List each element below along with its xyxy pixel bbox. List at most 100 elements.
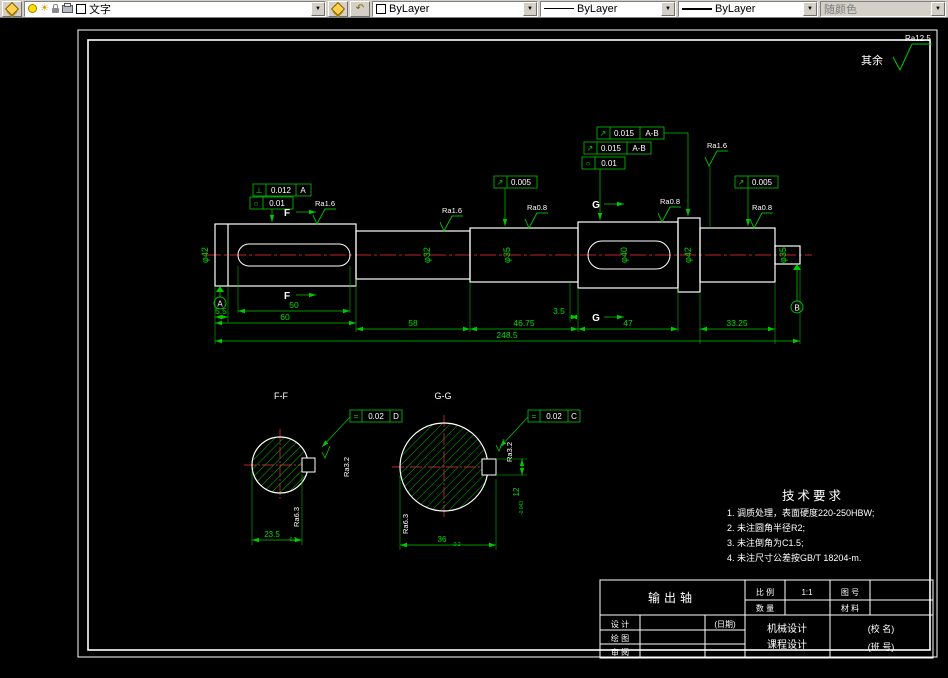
ff-tolerance-frame: = 0.02 D bbox=[321, 409, 403, 448]
chevron-down-icon[interactable]: ▼ bbox=[931, 1, 945, 16]
color-swatch-icon bbox=[376, 3, 386, 14]
gdt-symbol: ○ bbox=[254, 199, 259, 208]
gdt-value: 0.02 bbox=[546, 412, 562, 421]
color-combo[interactable]: ByLayer ▼ bbox=[372, 0, 538, 17]
org-line2: 课程设计 bbox=[767, 638, 807, 651]
dim-248-5: 248.5 bbox=[496, 330, 518, 340]
gg-depth-tol: -0.043 bbox=[519, 501, 525, 515]
gdt-datum-ref: A-B bbox=[645, 129, 658, 138]
gdt-value: 0.015 bbox=[614, 129, 635, 138]
sun-icon: ☀ bbox=[40, 2, 49, 14]
dim-33-25: 33.25 bbox=[726, 318, 748, 328]
ff-face-roughness: Ra6.3 bbox=[292, 507, 301, 527]
tolerance-frame-perp-0012-A: ⊥ 0.012 A bbox=[252, 183, 312, 197]
draw-label: 绘 图 bbox=[611, 633, 629, 643]
gdt-symbol: ⊥ bbox=[256, 186, 263, 195]
printer-icon bbox=[61, 2, 73, 13]
gg-tolerance-frame: = 0.02 C bbox=[499, 409, 581, 448]
drawing-svg: 其余 Ra12.5 5.5 50 60 58 46.75 3.5 47 33.2… bbox=[77, 29, 938, 659]
svg-text:Ra0.8: Ra0.8 bbox=[660, 197, 680, 206]
svg-text:Ra1.6: Ra1.6 bbox=[442, 206, 462, 215]
title-block: 输出轴 比 例 1:1 图 号 数 量 材 料 设 计 (日期) 绘 图 审 阅… bbox=[599, 579, 934, 659]
tech-req-title: 技术要求 bbox=[782, 489, 844, 503]
roughness-mark: Ra1.6 bbox=[439, 206, 463, 233]
section-mark-f-bottom: F bbox=[284, 291, 290, 302]
lineweight-combo[interactable]: ByLayer ▼ bbox=[678, 0, 818, 17]
chevron-down-icon[interactable]: ▼ bbox=[523, 1, 537, 16]
technical-requirements: 技术要求 1. 调质处理，表面硬度220-250HBW; 2. 未注圆角半径R2… bbox=[727, 489, 874, 563]
roughness-mark: Ra0.8 bbox=[524, 203, 548, 230]
gg-depth-label: 12 bbox=[512, 487, 521, 496]
gdt-datum-ref: C bbox=[571, 412, 577, 421]
make-layer-current-button[interactable] bbox=[328, 0, 348, 17]
dim-3-5: 3.5 bbox=[553, 306, 565, 316]
main-shaft-view: 5.5 50 60 58 46.75 3.5 47 33.25 248.5 φ4… bbox=[200, 126, 812, 344]
dimension-labels: 5.5 50 60 58 46.75 3.5 47 33.25 248.5 bbox=[215, 300, 748, 340]
ff-keyway-roughness: Ra3.2 bbox=[342, 457, 351, 477]
section-marks: F F G G bbox=[284, 200, 624, 324]
gdt-value: 0.005 bbox=[752, 178, 773, 187]
drawing-canvas[interactable]: 其余 Ra12.5 5.5 50 60 58 46.75 3.5 47 33.2… bbox=[0, 18, 948, 673]
dim-47: 47 bbox=[623, 318, 633, 328]
undo-arrow-icon: ↶ bbox=[355, 2, 365, 14]
datum-b-label: B bbox=[794, 304, 799, 313]
design-label: 设 计 bbox=[611, 619, 629, 629]
datum-a-label: A bbox=[217, 300, 223, 309]
gdt-value: 0.005 bbox=[511, 178, 532, 187]
dia-label-6: φ35 bbox=[778, 247, 788, 263]
linetype-combo[interactable]: ByLayer ▼ bbox=[540, 0, 676, 17]
ff-dim-tol: -0.2 bbox=[288, 537, 297, 543]
gdt-datum-ref: A bbox=[300, 186, 306, 195]
chevron-down-icon[interactable]: ▼ bbox=[661, 1, 675, 16]
gg-dim-label: 36 bbox=[438, 535, 447, 544]
tolerance-frame-runout-0005-right: ↗ 0.005 bbox=[734, 175, 779, 189]
dim-50: 50 bbox=[289, 300, 299, 310]
section-ff-title: F-F bbox=[274, 391, 288, 401]
gdt-datum-ref: A-B bbox=[632, 144, 645, 153]
check-label: 审 阅 bbox=[611, 647, 629, 657]
date-label: (日期) bbox=[714, 620, 736, 629]
plot-style-combo[interactable]: 随颜色 ▼ bbox=[820, 0, 946, 17]
lineweight-combo-value: ByLayer bbox=[715, 2, 756, 15]
svg-text:Ra0.8: Ra0.8 bbox=[752, 203, 772, 212]
tolerance-frame-runout-0015-mid: ↗ 0.015 A-B bbox=[583, 141, 652, 155]
datum-symbols: A B bbox=[213, 264, 804, 314]
dia-label-1: φ42 bbox=[200, 247, 210, 263]
layer-properties-button[interactable] bbox=[2, 0, 22, 17]
gdt-value: 0.01 bbox=[269, 199, 285, 208]
plot-style-value: 随颜色 bbox=[824, 3, 857, 16]
dia-label-2: φ32 bbox=[422, 247, 432, 263]
svg-text:Ra0.8: Ra0.8 bbox=[527, 203, 547, 212]
lock-icon bbox=[51, 3, 59, 13]
gdt-symbol: ○ bbox=[586, 159, 591, 168]
class-label: (班 号) bbox=[868, 641, 895, 652]
tech-req-item: 4. 未注尺寸公差按GB/T 18204-m. bbox=[727, 552, 861, 563]
drawing-no-label: 图 号 bbox=[841, 588, 859, 597]
chevron-down-icon[interactable]: ▼ bbox=[803, 1, 817, 16]
dia-label-3: φ35 bbox=[502, 247, 512, 263]
tolerance-frames: ⊥ 0.012 A ○ 0.01 ↗ 0.005 ↗ 0.015 A-B ↗ 0… bbox=[249, 126, 779, 226]
roughness-mark: Ra0.8 bbox=[749, 203, 773, 230]
scale-value: 1:1 bbox=[801, 588, 813, 597]
section-view-gg: G-G = 0.02 C Ra3.2 12 -0.043 36 -0.2 Ra6… bbox=[392, 391, 581, 550]
ff-dim-label: 23.5 bbox=[264, 530, 280, 539]
gdt-symbol: = bbox=[532, 412, 537, 421]
gdt-value: 0.012 bbox=[271, 186, 292, 195]
note-roughness-label: Ra12.5 bbox=[905, 34, 931, 43]
dim-46-75: 46.75 bbox=[513, 318, 535, 328]
toolbar: ☀ 文字 ▼ ↶ ByLayer ▼ ByLayer ▼ ByLayer ▼ 随… bbox=[0, 0, 948, 18]
gdt-value: 0.015 bbox=[601, 144, 622, 153]
bulb-icon bbox=[28, 4, 37, 13]
dim-60: 60 bbox=[280, 312, 290, 322]
gg-dim-tol: -0.2 bbox=[452, 542, 461, 548]
scale-label: 比 例 bbox=[756, 587, 774, 597]
roughness-marks: Ra1.6 Ra1.6 Ra0.8 Ra0.8 Ra1.6 Ra0.8 bbox=[312, 141, 773, 233]
gdt-symbol: ↗ bbox=[600, 129, 607, 138]
section-view-ff: F-F 23.5 -0.2 = 0.02 D Ra3.2 Ra6.3 bbox=[244, 391, 403, 545]
chevron-down-icon[interactable]: ▼ bbox=[311, 1, 325, 16]
layer-previous-button[interactable]: ↶ bbox=[350, 0, 370, 17]
layer-combo[interactable]: ☀ 文字 ▼ bbox=[24, 0, 326, 17]
note-prefix-label: 其余 bbox=[861, 53, 883, 67]
gdt-value: 0.01 bbox=[601, 159, 617, 168]
material-label: 材 料 bbox=[841, 603, 859, 613]
